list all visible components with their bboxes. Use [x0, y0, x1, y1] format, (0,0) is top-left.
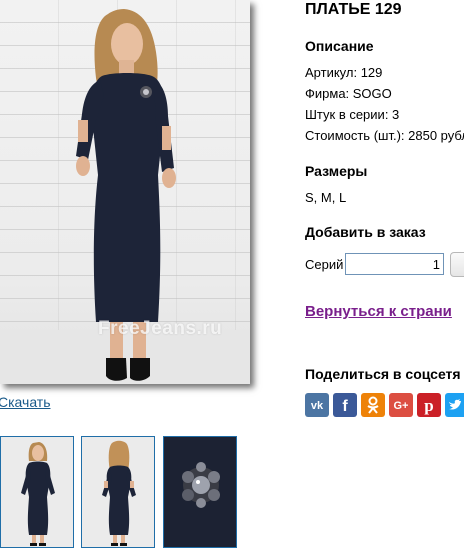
- svg-text:p: p: [424, 396, 433, 415]
- description-heading: Описание: [305, 38, 374, 54]
- add-to-order-heading: Добавить в заказ: [305, 224, 426, 240]
- vk-icon[interactable]: vk: [305, 393, 329, 417]
- price-text: Стоимость (шт.): 2850 рубл: [305, 128, 464, 143]
- thumbnail-front[interactable]: [0, 436, 74, 548]
- svg-text:vk: vk: [311, 400, 324, 412]
- watermark-text: FreeJeans.ru: [98, 318, 223, 339]
- series-label: Серий: [305, 257, 344, 272]
- thumbnail-brooch[interactable]: [163, 436, 237, 548]
- pinterest-icon[interactable]: p: [417, 393, 441, 417]
- share-heading: Поделиться в соцсетя: [305, 366, 461, 382]
- series-quantity-input[interactable]: [345, 253, 444, 275]
- twitter-icon[interactable]: [445, 393, 464, 417]
- thumbnail-back[interactable]: [81, 436, 155, 548]
- google-plus-icon[interactable]: G+: [389, 393, 413, 417]
- facebook-icon[interactable]: f: [333, 393, 357, 417]
- svg-text:f: f: [342, 398, 348, 415]
- article-text: Артикул: 129: [305, 65, 383, 80]
- odnoklassniki-icon[interactable]: [361, 393, 385, 417]
- add-to-order-button[interactable]: [450, 252, 464, 277]
- pieces-text: Штук в серии: 3: [305, 107, 400, 122]
- brand-text: Фирма: SOGO: [305, 86, 392, 101]
- product-main-photo[interactable]: FreeJeans.ru: [0, 0, 250, 384]
- sizes-values: S, M, L: [305, 190, 347, 205]
- download-link[interactable]: Скачать: [0, 394, 51, 410]
- back-to-page-link[interactable]: Вернуться к страни: [305, 303, 452, 320]
- product-title: ПЛАТЬЕ 129: [305, 1, 402, 18]
- sizes-heading: Размеры: [305, 163, 368, 179]
- svg-text:G+: G+: [394, 400, 409, 412]
